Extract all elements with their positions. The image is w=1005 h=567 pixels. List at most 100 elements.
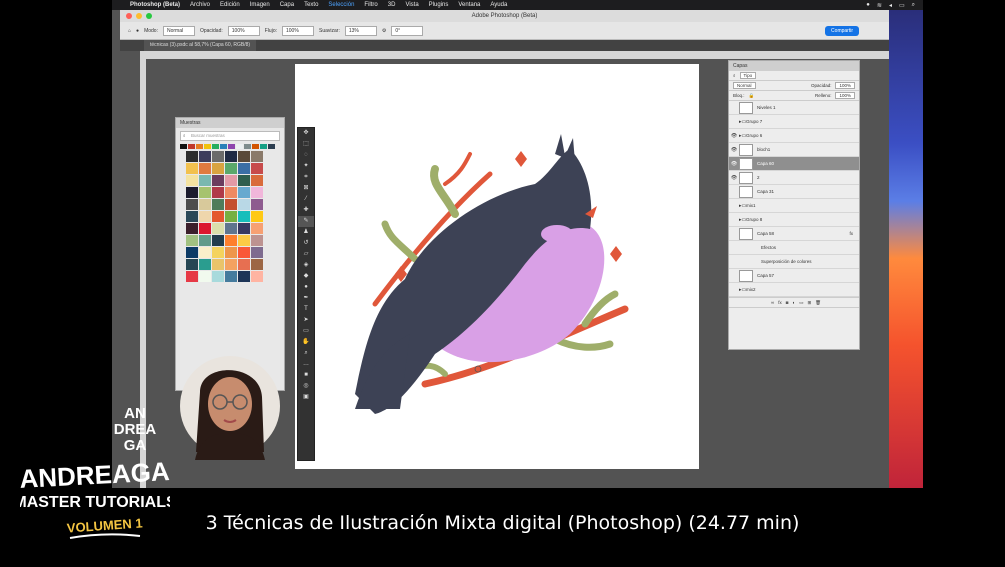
swatch[interactable] xyxy=(225,247,237,258)
swatch[interactable] xyxy=(199,259,211,270)
swatch[interactable] xyxy=(220,144,227,149)
swatch[interactable] xyxy=(186,271,198,282)
flow-field[interactable]: 100% xyxy=(282,25,314,36)
swatch[interactable] xyxy=(212,151,224,162)
minimize-window-button[interactable] xyxy=(136,13,142,19)
folder-icon[interactable]: ▭ xyxy=(799,300,803,306)
folder-icon[interactable]: ▸▭ xyxy=(739,133,746,139)
swatch[interactable] xyxy=(251,175,263,186)
swatch[interactable] xyxy=(225,151,237,162)
bucket-tool-icon[interactable]: ◈ xyxy=(298,260,314,271)
swatch[interactable] xyxy=(225,187,237,198)
swatch[interactable] xyxy=(212,223,224,234)
record-icon[interactable]: ● xyxy=(866,2,870,8)
swatch[interactable] xyxy=(196,144,203,149)
swatch[interactable] xyxy=(225,235,237,246)
swatch[interactable] xyxy=(251,259,263,270)
swatch[interactable] xyxy=(238,163,250,174)
swatch[interactable] xyxy=(225,223,237,234)
close-window-button[interactable] xyxy=(126,13,132,19)
swatch[interactable] xyxy=(199,187,211,198)
volume-icon[interactable]: ◂ xyxy=(889,2,892,9)
layers-blend-select[interactable]: Normal xyxy=(733,82,756,89)
swatch[interactable] xyxy=(199,151,211,162)
swatches-search-input[interactable]: ⌕ Buscar muestras xyxy=(180,131,280,141)
swatch[interactable] xyxy=(251,271,263,282)
marquee-tool-icon[interactable]: ⬚ xyxy=(298,139,314,150)
fx-badge[interactable]: fx xyxy=(849,231,853,236)
stamp-tool-icon[interactable]: ♟ xyxy=(298,227,314,238)
layer-row[interactable]: Niveles 1 xyxy=(729,101,859,115)
swatch[interactable] xyxy=(186,151,198,162)
zoom-tool-icon[interactable]: ⌕ xyxy=(298,348,314,359)
eye-icon[interactable]: 👁 xyxy=(729,147,739,153)
folder-icon[interactable]: ▸▭ xyxy=(739,119,746,125)
swatch[interactable] xyxy=(236,144,243,149)
swatch[interactable] xyxy=(225,271,237,282)
swatch[interactable] xyxy=(212,175,224,186)
blur-tool-icon[interactable]: ◆ xyxy=(298,271,314,282)
foreground-color-icon[interactable]: ■ xyxy=(298,370,314,381)
text-tool-icon[interactable]: T xyxy=(298,304,314,315)
frame-tool-icon[interactable]: ⊠ xyxy=(298,183,314,194)
search-icon[interactable]: ⌕ xyxy=(912,2,915,9)
wifi-icon[interactable]: ≋ xyxy=(877,2,882,9)
swatch[interactable] xyxy=(186,187,198,198)
swatch[interactable] xyxy=(199,271,211,282)
history-brush-tool-icon[interactable]: ↺ xyxy=(298,238,314,249)
swatch[interactable] xyxy=(238,259,250,270)
swatch[interactable] xyxy=(251,151,263,162)
home-icon[interactable]: ⌂ xyxy=(128,28,131,34)
swatch[interactable] xyxy=(225,211,237,222)
layer-row[interactable]: 👁 bloch1 xyxy=(729,143,859,157)
settings-gear-icon[interactable]: ⚙ xyxy=(382,28,386,34)
magic-wand-tool-icon[interactable]: ✦ xyxy=(298,161,314,172)
mode-select[interactable]: Normal xyxy=(162,25,195,36)
menu-capa[interactable]: Capa xyxy=(280,2,294,8)
eye-icon[interactable]: 👁 xyxy=(729,133,739,139)
swatch[interactable] xyxy=(251,199,263,210)
layer-row[interactable]: 👁 ▸▭ Grupo 6 xyxy=(729,129,859,143)
swatch[interactable] xyxy=(238,199,250,210)
layer-row[interactable]: ▸▭ Grupo 8 xyxy=(729,213,859,227)
lock-icon[interactable]: 🔒 xyxy=(749,93,755,99)
swatch[interactable] xyxy=(199,247,211,258)
swatch[interactable] xyxy=(238,187,250,198)
share-button[interactable]: Compartir xyxy=(825,25,859,36)
crop-tool-icon[interactable]: ⌗ xyxy=(298,172,314,183)
layer-row[interactable]: 👁 2 xyxy=(729,171,859,185)
screen-mode-icon[interactable]: ▣ xyxy=(298,392,314,403)
swatch[interactable] xyxy=(238,175,250,186)
adjustment-icon[interactable]: ◐ xyxy=(792,300,795,305)
swatch[interactable] xyxy=(212,187,224,198)
swatch[interactable] xyxy=(251,247,263,258)
swatch[interactable] xyxy=(212,271,224,282)
swatch[interactable] xyxy=(251,235,263,246)
menu-edicion[interactable]: Edición xyxy=(220,2,240,8)
quick-mask-icon[interactable]: ◎ xyxy=(298,381,314,392)
swatch[interactable] xyxy=(225,199,237,210)
swatch[interactable] xyxy=(212,259,224,270)
swatch[interactable] xyxy=(238,235,250,246)
swatch[interactable] xyxy=(199,223,211,234)
angle-field[interactable]: 0° xyxy=(391,25,424,36)
swatch[interactable] xyxy=(186,223,198,234)
battery-icon[interactable]: ▭ xyxy=(899,2,905,9)
layers-filter-select[interactable]: Tipo xyxy=(739,72,757,79)
swatch[interactable] xyxy=(186,211,198,222)
swatch[interactable] xyxy=(199,175,211,186)
swatch[interactable] xyxy=(251,187,263,198)
swatch[interactable] xyxy=(186,247,198,258)
swatch[interactable] xyxy=(238,151,250,162)
swatch[interactable] xyxy=(212,199,224,210)
menu-app-name[interactable]: Photoshop (Beta) xyxy=(130,2,180,8)
healing-tool-icon[interactable]: ✚ xyxy=(298,205,314,216)
swatch[interactable] xyxy=(188,144,195,149)
swatch[interactable] xyxy=(180,144,187,149)
swatch[interactable] xyxy=(212,247,224,258)
swatch[interactable] xyxy=(268,144,275,149)
link-icon[interactable]: ∞ xyxy=(771,300,774,305)
swatch[interactable] xyxy=(186,235,198,246)
menu-imagen[interactable]: Imagen xyxy=(250,2,270,8)
document-canvas[interactable] xyxy=(295,64,699,469)
